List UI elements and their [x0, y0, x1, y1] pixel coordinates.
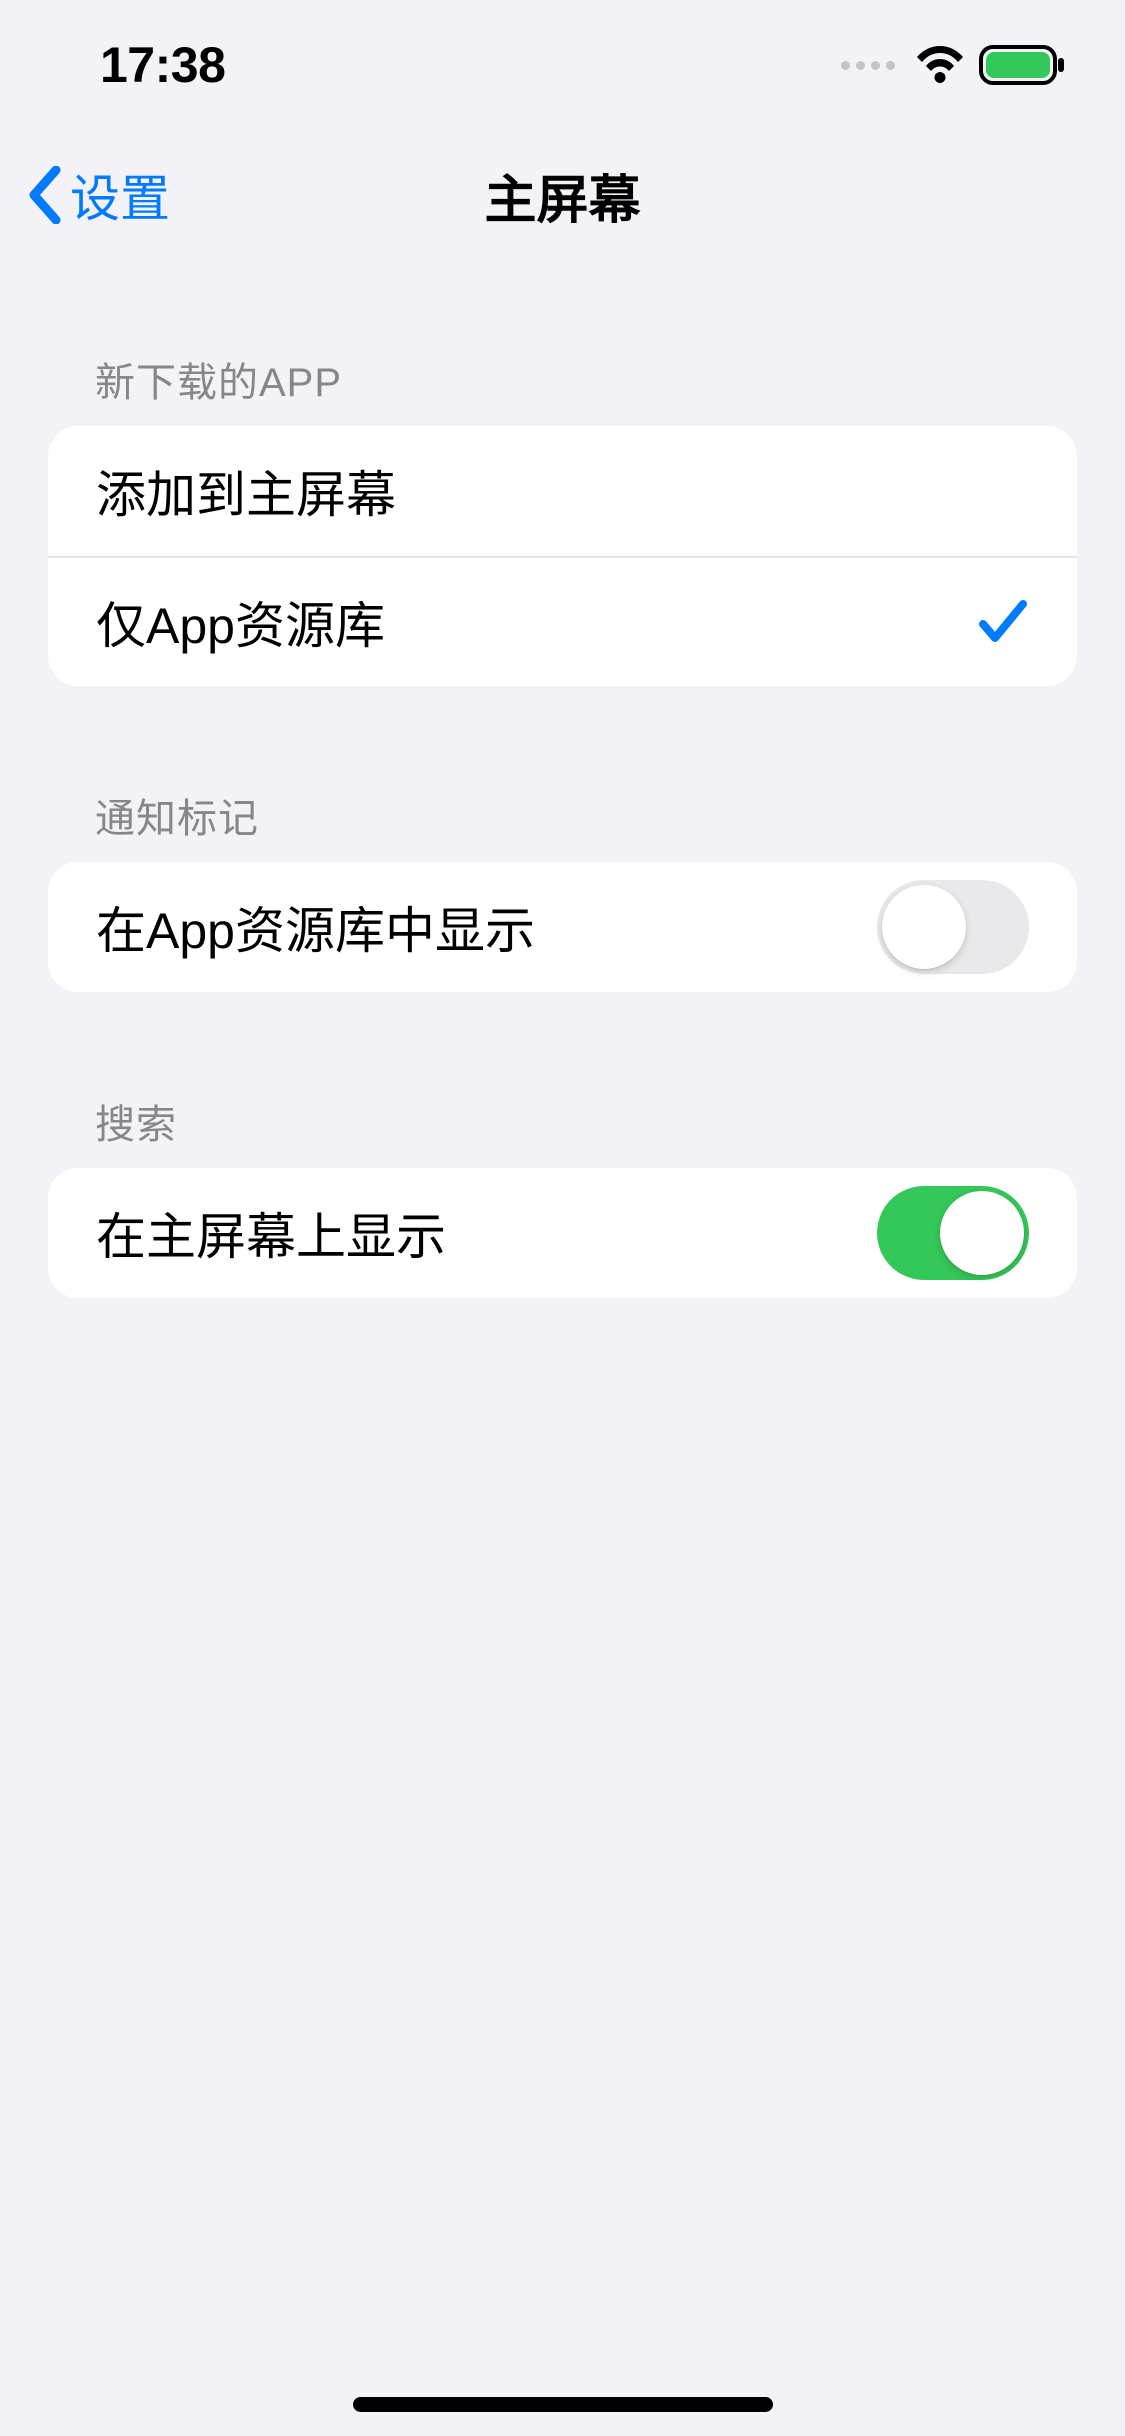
- chevron-left-icon: [26, 166, 62, 224]
- page-title: 主屏幕: [484, 158, 640, 233]
- option-label: 添加到主屏幕: [96, 455, 1029, 527]
- nav-bar: 设置 主屏幕: [0, 130, 1125, 260]
- group-new-apps: 添加到主屏幕 仅App资源库: [48, 426, 1077, 686]
- row-label: 在主屏幕上显示: [96, 1197, 877, 1269]
- back-label: 设置: [70, 159, 170, 231]
- section-header-search: 搜索: [0, 1092, 1125, 1150]
- section-header-new-apps: 新下载的APP: [0, 350, 1125, 408]
- battery-icon: [979, 45, 1065, 85]
- group-search: 在主屏幕上显示: [48, 1168, 1077, 1298]
- wifi-icon: [915, 46, 965, 84]
- status-right: [841, 45, 1065, 85]
- row-show-in-app-library: 在App资源库中显示: [48, 862, 1077, 992]
- checkmark-icon: [977, 598, 1029, 646]
- status-bar: 17:38: [0, 0, 1125, 130]
- row-label: 在App资源库中显示: [96, 891, 877, 963]
- toggle-show-on-home[interactable]: [877, 1186, 1029, 1280]
- section-header-badges: 通知标记: [0, 786, 1125, 844]
- toggle-show-in-app-library[interactable]: [877, 880, 1029, 974]
- group-badges: 在App资源库中显示: [48, 862, 1077, 992]
- back-button[interactable]: 设置: [26, 159, 170, 231]
- status-time: 17:38: [100, 36, 225, 94]
- home-indicator[interactable]: [353, 2397, 773, 2412]
- option-app-library-only[interactable]: 仅App资源库: [48, 556, 1077, 686]
- signal-dots-icon: [841, 61, 895, 70]
- option-label: 仅App资源库: [96, 586, 977, 658]
- option-add-to-home[interactable]: 添加到主屏幕: [48, 426, 1077, 556]
- row-show-on-home: 在主屏幕上显示: [48, 1168, 1077, 1298]
